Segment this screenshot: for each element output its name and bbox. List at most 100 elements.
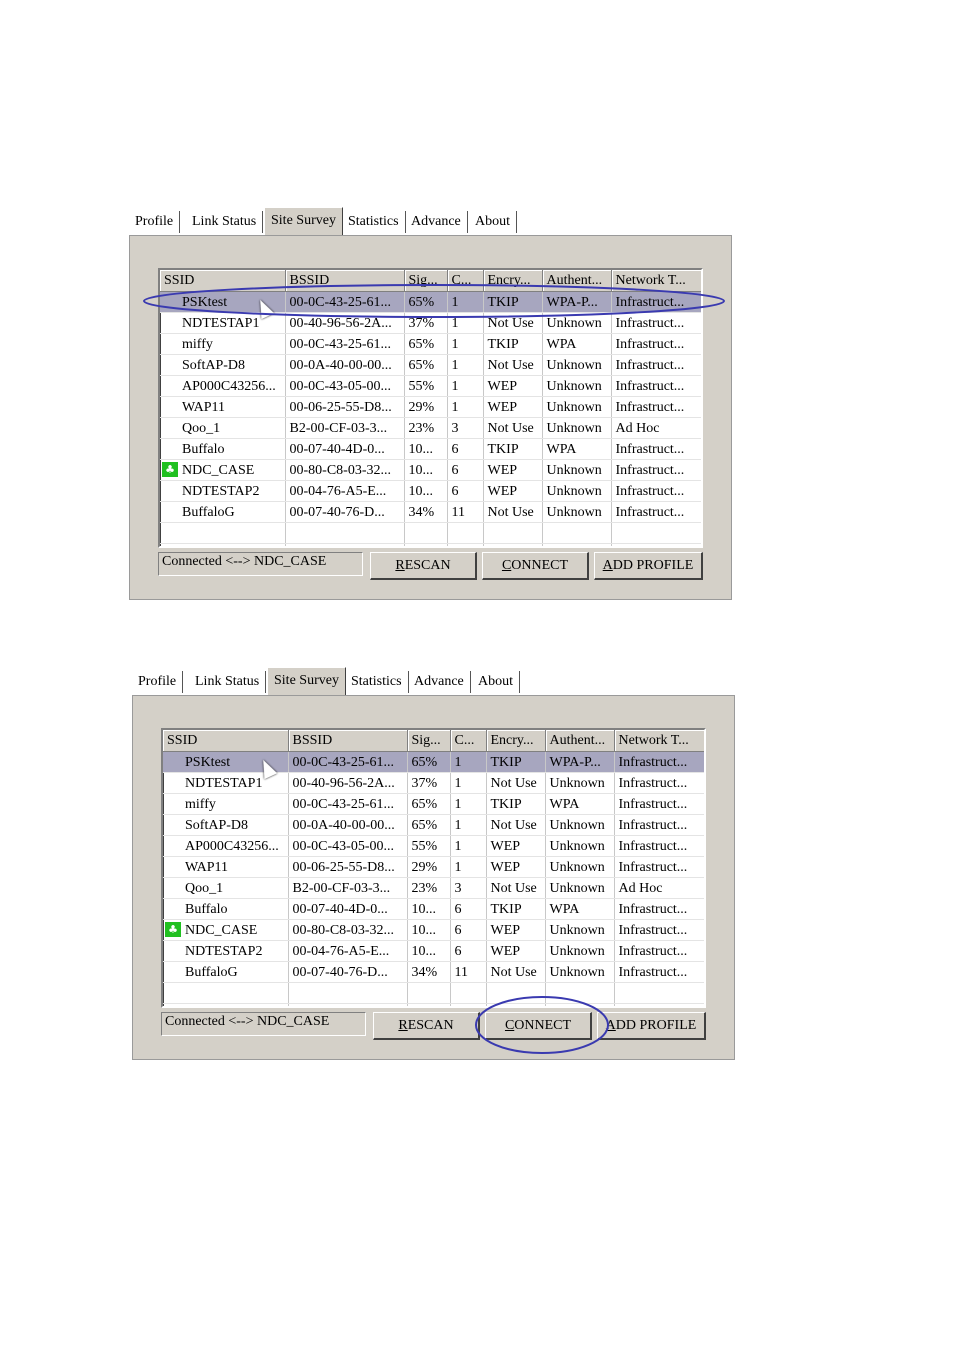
table-cell: 3 <box>450 877 487 899</box>
add-profile-button[interactable]: ADD PROFILE <box>594 552 703 580</box>
tab-site-survey[interactable]: Site Survey <box>267 667 346 695</box>
table-row[interactable]: BuffaloG 00-07-40-76-D... 34% 11 Not Use Unkn… <box>163 961 704 983</box>
connected-signal-icon: ♣ <box>162 462 178 477</box>
table-row[interactable]: Qoo_1 B2-00-CF-03-3... 23% 3 Not Use Unknown A… <box>163 877 704 899</box>
column-header[interactable]: Encry... <box>486 730 546 752</box>
table-cell: 65% <box>404 333 448 355</box>
tab-link-status[interactable]: Link Status <box>189 671 267 693</box>
table-cell: Unknown <box>542 354 612 376</box>
connect-button[interactable]: CONNECT <box>482 552 589 580</box>
column-header[interactable]: BSSID <box>288 730 408 752</box>
add-profile-button[interactable]: ADD PROFILE <box>597 1012 706 1040</box>
table-cell: TKIP <box>483 438 543 460</box>
table-cell: TKIP <box>483 291 543 313</box>
column-header[interactable]: C... <box>450 730 487 752</box>
table-cell: Infrastruct... <box>614 940 704 962</box>
table-row[interactable]: BuffaloG 00-07-40-76-D... 34% 11 Not Use Unkn… <box>160 501 701 523</box>
table-row[interactable]: NDTESTAP2 00-04-76-A5-E... 10... 6 WEP Unknow… <box>163 940 704 962</box>
table-row[interactable]: WAP11 00-06-25-55-D8... 29% 1 WEP Unknown Infr… <box>163 856 704 878</box>
table-cell: Infrastruct... <box>611 480 701 502</box>
table-cell: Ad Hoc <box>614 877 704 899</box>
table-cell: 6 <box>450 898 487 920</box>
ssid-text: PSKtest <box>185 754 231 770</box>
column-header[interactable]: Authent... <box>542 270 612 292</box>
table-row[interactable]: miffy 00-0C-43-25-61... 65% 1 TKIP WPA Infrast… <box>160 333 701 355</box>
table-cell: 10... <box>407 898 451 920</box>
ssid-text: Qoo_1 <box>182 420 221 436</box>
column-header[interactable]: Authent... <box>545 730 615 752</box>
tab-advance[interactable]: Advance <box>405 211 468 233</box>
table-cell <box>450 982 487 1004</box>
table-cell: Unknown <box>545 772 615 794</box>
empty-row <box>160 543 701 546</box>
tab-about[interactable]: About <box>472 671 520 693</box>
column-header[interactable]: Encry... <box>483 270 543 292</box>
site-survey-screenshot-2: Profile Link Status Site Survey Statisti… <box>132 667 735 1060</box>
table-cell: Unknown <box>545 835 615 857</box>
table-cell <box>407 982 451 1004</box>
table-row[interactable]: Qoo_1 B2-00-CF-03-3... 23% 3 Not Use Unknown A… <box>160 417 701 439</box>
tab-profile[interactable]: Profile <box>129 211 181 233</box>
table-row[interactable]: NDTESTAP1 00-40-96-56-2A... 37% 1 Not Use Unk… <box>160 312 701 334</box>
table-cell: 65% <box>407 793 451 815</box>
table-row[interactable]: SoftAP-D8 00-0A-40-00-00... 65% 1 Not Use Unk… <box>163 814 704 836</box>
table-row[interactable]: ♣ NDC_CASE 00-80-C8-03-32... 10... 6 WEP Unkno… <box>163 919 704 941</box>
table-cell: B2-00-CF-03-3... <box>288 877 408 899</box>
table-cell: Unknown <box>545 919 615 941</box>
tab-site-survey[interactable]: Site Survey <box>264 207 343 235</box>
column-header[interactable]: C... <box>447 270 484 292</box>
column-header[interactable]: Sig... <box>407 730 451 752</box>
column-header[interactable]: Network T... <box>614 730 704 752</box>
table-cell: 1 <box>447 291 484 313</box>
rescan-button[interactable]: RESCAN <box>370 552 477 580</box>
table-row[interactable]: NDTESTAP2 00-04-76-A5-E... 10... 6 WEP Unknow… <box>160 480 701 502</box>
rescan-button[interactable]: RESCAN <box>373 1012 480 1040</box>
table-cell <box>163 1003 289 1006</box>
table-cell: WEP <box>486 835 546 857</box>
column-header[interactable]: Network T... <box>611 270 701 292</box>
tab-about[interactable]: About <box>469 211 517 233</box>
tab-link-status[interactable]: Link Status <box>186 211 264 233</box>
tab-statistics[interactable]: Statistics <box>345 671 409 693</box>
tab-profile[interactable]: Profile <box>132 671 184 693</box>
ssid-text: NDC_CASE <box>185 922 258 938</box>
table-cell: 29% <box>407 856 451 878</box>
site-survey-screenshot-1: Profile Link Status Site Survey Statisti… <box>129 207 732 600</box>
table-cell: NDTESTAP2 <box>160 480 286 502</box>
table-row[interactable]: Buffalo 00-07-40-4D-0... 10... 6 TKIP WPA Infr… <box>163 898 704 920</box>
table-cell <box>407 1003 451 1006</box>
table-cell: Infrastruct... <box>614 898 704 920</box>
table-cell: AP000C43256... <box>163 835 289 857</box>
table-cell: Unknown <box>542 459 612 481</box>
table-row[interactable]: AP000C43256... 00-0C-43-05-00... 55% 1 WEP Un… <box>163 835 704 857</box>
table-cell: 00-0C-43-25-61... <box>288 751 408 773</box>
tab-advance[interactable]: Advance <box>408 671 471 693</box>
column-header[interactable]: Sig... <box>404 270 448 292</box>
table-cell: BuffaloG <box>163 961 289 983</box>
column-header[interactable]: BSSID <box>285 270 405 292</box>
table-cell: Unknown <box>542 501 612 523</box>
table-row[interactable]: SoftAP-D8 00-0A-40-00-00... 65% 1 Not Use Unk… <box>160 354 701 376</box>
table-row[interactable]: PSKtest 00-0C-43-25-61... 65% 1 TKIP WPA-P...… <box>163 751 704 773</box>
table-row[interactable]: PSKtest 00-0C-43-25-61... 65% 1 TKIP WPA-P...… <box>160 291 701 313</box>
table-cell: WEP <box>483 480 543 502</box>
column-header[interactable]: SSID <box>160 270 286 292</box>
table-cell <box>614 982 704 1004</box>
table-cell: Ad Hoc <box>611 417 701 439</box>
connect-button[interactable]: CONNECT <box>485 1012 592 1040</box>
table-row[interactable]: miffy 00-0C-43-25-61... 65% 1 TKIP WPA Infrast… <box>163 793 704 815</box>
table-cell: 55% <box>407 835 451 857</box>
table-row[interactable]: AP000C43256... 00-0C-43-05-00... 55% 1 WEP Un… <box>160 375 701 397</box>
table-cell: Not Use <box>486 772 546 794</box>
table-cell: WEP <box>486 856 546 878</box>
column-header[interactable]: SSID <box>163 730 289 752</box>
table-row[interactable]: Buffalo 00-07-40-4D-0... 10... 6 TKIP WPA Infr… <box>160 438 701 460</box>
table-cell: 00-06-25-55-D8... <box>288 856 408 878</box>
table-cell <box>542 543 612 546</box>
table-row[interactable]: WAP11 00-06-25-55-D8... 29% 1 WEP Unknown Infr… <box>160 396 701 418</box>
table-row[interactable]: ♣ NDC_CASE 00-80-C8-03-32... 10... 6 WEP Unkno… <box>160 459 701 481</box>
tab-statistics[interactable]: Statistics <box>342 211 406 233</box>
table-cell: Unknown <box>542 312 612 334</box>
network-table: SSID BSSID Sig... C... Encry... Authent... Net… <box>160 270 701 546</box>
table-row[interactable]: NDTESTAP1 00-40-96-56-2A... 37% 1 Not Use Unk… <box>163 772 704 794</box>
